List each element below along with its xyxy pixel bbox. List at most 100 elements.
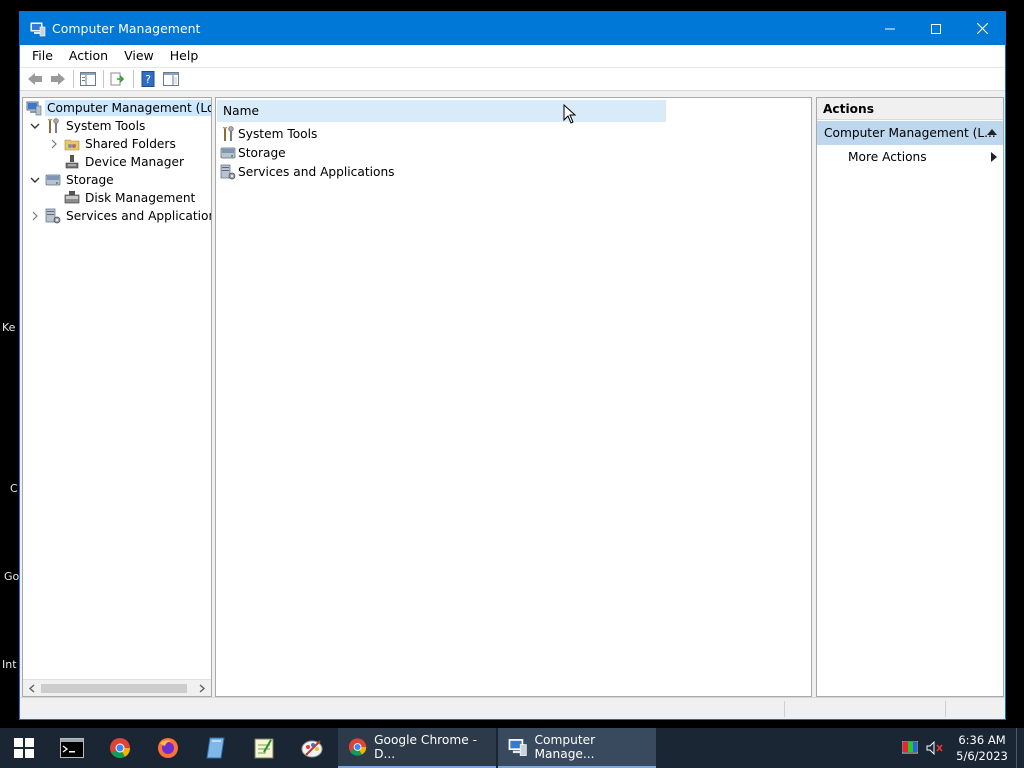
menu-bar: File Action View Help (20, 45, 1005, 67)
taskbar-chrome-window[interactable]: Google Chrome - D... (338, 728, 496, 768)
tree-item-storage[interactable]: Storage (29, 171, 116, 189)
toolbar-separator (133, 70, 134, 88)
shared-folder-icon (64, 139, 80, 151)
toolbar-separator (73, 70, 74, 88)
taskbar-clock[interactable]: 6:36 AM 5/6/2023 (948, 732, 1016, 764)
show-desktop-button[interactable] (1016, 728, 1024, 768)
menu-file[interactable]: File (24, 45, 61, 67)
forward-button[interactable] (47, 69, 69, 89)
back-arrow-icon (28, 73, 42, 85)
action-pane-icon (163, 72, 179, 86)
list-item-label: Services and Applications (238, 164, 395, 179)
show-hide-action-pane-button[interactable] (160, 69, 182, 89)
actions-group-computer-management[interactable]: Computer Management (L... (817, 121, 1003, 145)
tree-item-label: Device Manager (85, 155, 184, 169)
scrollbar-thumb[interactable] (41, 684, 187, 693)
tree-item-label: System Tools (66, 119, 146, 133)
computer-management-icon (508, 739, 527, 756)
close-button[interactable] (959, 12, 1005, 45)
services-and-applications-icon (45, 208, 61, 224)
color-display-icon (902, 741, 918, 754)
list-item-services-and-applications[interactable]: Services and Applications (220, 162, 395, 181)
chrome-icon (348, 738, 367, 756)
list-item-storage[interactable]: Storage (220, 143, 286, 162)
scroll-right-icon[interactable] (195, 682, 209, 695)
system-tools-icon (47, 118, 59, 133)
more-actions-item[interactable]: More Actions (817, 145, 1003, 169)
desktop-label-1: Ke (2, 321, 16, 334)
list-item-system-tools[interactable]: System Tools (220, 124, 317, 143)
actions-group-label: Computer Management (L... (824, 126, 996, 140)
tree-item-system-tools[interactable]: System Tools (29, 117, 147, 135)
help-icon: ? (141, 71, 155, 87)
clock-time: 6:36 AM (958, 733, 1006, 747)
taskbar-command-prompt[interactable] (48, 728, 96, 768)
status-divider (945, 701, 946, 717)
taskbar-app-paint[interactable] (288, 728, 336, 768)
desktop-label-3: Go (4, 570, 20, 583)
tree-horizontal-scrollbar[interactable] (23, 679, 211, 696)
more-actions-label: More Actions (848, 150, 927, 164)
command-prompt-icon (60, 738, 84, 758)
taskbar-firefox[interactable] (144, 728, 192, 768)
results-pane[interactable]: Name System Tools Storage Services and A… (215, 97, 812, 697)
start-button[interactable] (0, 728, 48, 768)
show-hide-console-tree-button[interactable] (77, 69, 99, 89)
tree-item-disk-management[interactable]: Disk Management (64, 189, 197, 207)
menu-action[interactable]: Action (61, 45, 116, 67)
menu-view[interactable]: View (116, 45, 162, 67)
chevron-down-icon[interactable] (29, 174, 41, 186)
taskbar-chrome[interactable] (96, 728, 144, 768)
taskbar-chrome-label: Google Chrome - D... (374, 733, 478, 761)
maximize-button[interactable] (913, 12, 959, 45)
services-and-applications-icon (220, 164, 236, 179)
taskbar-app-blue[interactable] (192, 728, 240, 768)
tray-volume-muted[interactable] (922, 728, 948, 768)
system-tray: 6:36 AM 5/6/2023 (898, 728, 1024, 768)
submenu-arrow-icon (991, 152, 997, 162)
chevron-right-icon[interactable] (48, 138, 60, 150)
chrome-icon (110, 738, 131, 759)
minimize-button[interactable] (867, 12, 913, 45)
tree-item-shared-folders[interactable]: Shared Folders (48, 135, 178, 153)
console-tree[interactable]: Computer Management (Local System Tools … (22, 97, 212, 697)
back-button[interactable] (24, 69, 46, 89)
tree-item-label: Computer Management (Local (45, 100, 211, 116)
collapse-up-icon[interactable] (987, 129, 997, 135)
device-manager-icon (65, 155, 79, 169)
tray-display-icon[interactable] (898, 728, 922, 768)
svg-text:?: ? (145, 73, 151, 86)
taskbar-app-notepad[interactable] (240, 728, 288, 768)
tree-item-label: Shared Folders (85, 137, 176, 151)
toolbar-separator (103, 70, 104, 88)
storage-icon (220, 147, 236, 158)
column-header-name[interactable]: Name (217, 100, 666, 122)
export-list-button[interactable] (107, 69, 129, 89)
taskbar-computer-management-window[interactable]: Computer Manage... (498, 728, 656, 768)
tree-item-device-manager[interactable]: Device Manager (64, 153, 186, 171)
console-tree-icon (80, 72, 96, 86)
clock-date: 5/6/2023 (956, 749, 1008, 763)
notepad-icon (254, 738, 274, 759)
storage-icon (45, 174, 61, 186)
taskbar-computer-management-label: Computer Manage... (534, 733, 596, 761)
help-button[interactable]: ? (137, 69, 159, 89)
chevron-down-icon[interactable] (29, 120, 41, 132)
firefox-icon (158, 738, 178, 758)
volume-muted-icon (926, 741, 943, 755)
maximize-icon (931, 23, 941, 34)
close-icon (976, 23, 988, 34)
blue-app-icon (206, 737, 225, 759)
title-bar[interactable]: Computer Management (20, 12, 1005, 45)
desktop-label-4: Int (2, 658, 17, 671)
menu-help[interactable]: Help (162, 45, 207, 67)
mouse-cursor-icon (563, 104, 577, 124)
disk-management-icon (64, 191, 80, 204)
tree-item-computer-management[interactable]: Computer Management (Local (26, 99, 211, 117)
computer-management-icon (30, 22, 46, 36)
chevron-right-icon[interactable] (29, 210, 41, 222)
status-divider (784, 701, 785, 717)
scroll-left-icon[interactable] (25, 682, 39, 695)
computer-management-icon (26, 101, 42, 116)
tree-item-services-and-applications[interactable]: Services and Applications (29, 207, 211, 225)
